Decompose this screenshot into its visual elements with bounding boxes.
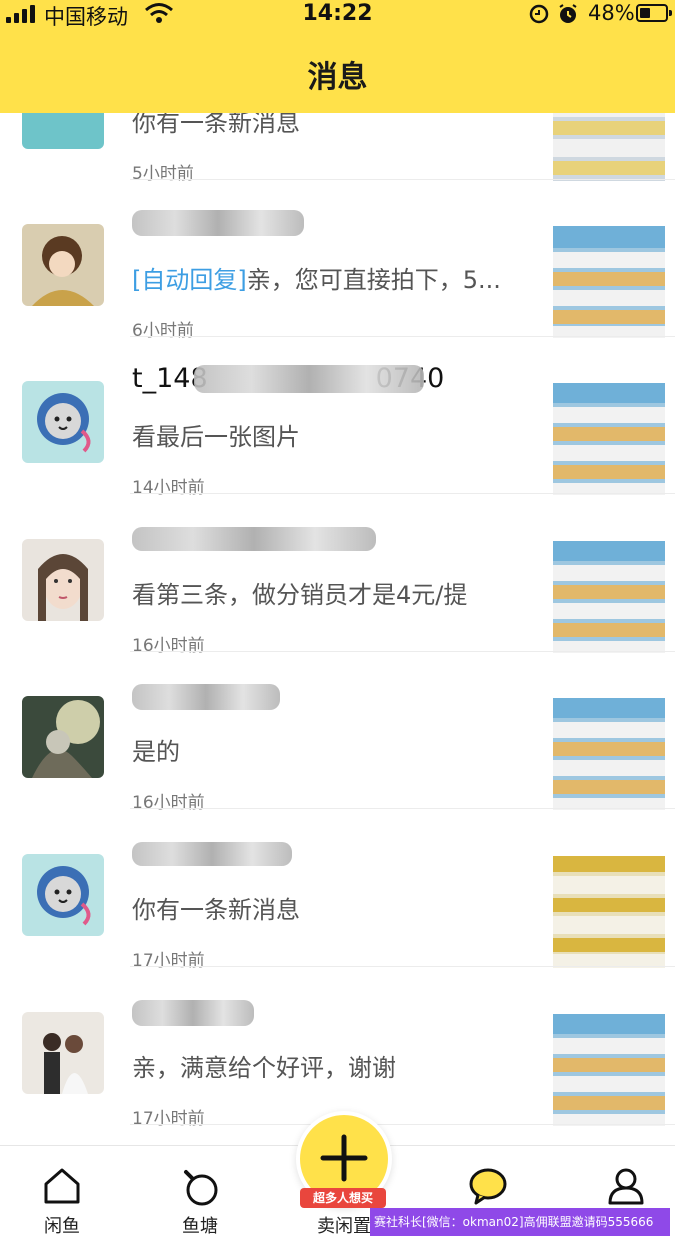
product-thumbnail — [553, 541, 665, 653]
message-time: 17小时前 — [132, 1109, 205, 1129]
status-icons — [528, 3, 584, 25]
avatar — [22, 224, 104, 306]
avatar — [22, 1012, 104, 1094]
message-preview: 你有一条新消息 — [132, 896, 300, 924]
home-icon — [42, 1166, 82, 1206]
message-preview: 亲，满意给个好评，谢谢 — [132, 1054, 396, 1082]
conversation-row[interactable]: 看第三条，做分销员才是4元/提 16小时前 — [0, 495, 675, 656]
battery-percentage: 48% — [588, 1, 635, 25]
conversation-row[interactable]: 是的 16小时前 — [0, 652, 675, 813]
avatar — [22, 539, 104, 621]
publish-badge: 超多人想买 — [300, 1188, 386, 1208]
tab-home[interactable]: 闲鱼 — [0, 1146, 120, 1242]
contact-name: t_1480740 — [132, 363, 444, 394]
header: 中国移动 14:22 48% 消息 — [0, 0, 675, 113]
conversation-row[interactable]: 亲，满意给个好评，谢谢 17小时前 — [0, 968, 675, 1129]
conversation-row[interactable]: [自动回复]亲，您可直接拍下，5... 6小时前 — [0, 180, 675, 341]
tab-label: 鱼塘 — [182, 1216, 218, 1237]
message-preview: [自动回复]亲，您可直接拍下，5... — [132, 266, 501, 294]
product-thumbnail — [553, 383, 665, 495]
conversation-row[interactable]: 你有一条新消息 17小时前 — [0, 810, 675, 971]
row-divider — [130, 1124, 675, 1125]
tab-pond[interactable]: 鱼塘 — [138, 1146, 258, 1242]
conversation-row[interactable]: t_1480740 看最后一张图片 14小时前 — [0, 337, 675, 498]
message-preview: 看第三条，做分销员才是4元/提 — [132, 581, 468, 609]
message-preview: 看最后一张图片 — [132, 423, 300, 451]
product-thumbnail — [553, 856, 665, 968]
product-thumbnail — [553, 1014, 665, 1126]
chat-bubble-icon — [468, 1166, 508, 1206]
auto-reply-tag: [自动回复] — [132, 266, 247, 294]
message-preview: 是的 — [132, 738, 180, 766]
avatar — [22, 854, 104, 936]
tab-label: 闲鱼 — [44, 1216, 80, 1237]
row-divider — [130, 966, 675, 967]
avatar — [22, 696, 104, 778]
row-divider — [130, 493, 675, 494]
battery-icon — [636, 4, 672, 22]
watermark-banner: 赛社科长[微信：okman02]高佣联盟邀请码555666 — [370, 1208, 670, 1236]
user-icon — [606, 1166, 646, 1206]
product-thumbnail — [553, 226, 665, 338]
status-bar: 中国移动 14:22 48% — [0, 0, 675, 30]
row-divider — [130, 808, 675, 809]
pond-icon — [180, 1166, 220, 1206]
page-title: 消息 — [307, 60, 368, 95]
product-thumbnail — [553, 698, 665, 810]
conversation-list[interactable]: 你有一条新消息 5小时前 [自动回复]亲，您可直接拍下，5... 6小时前 t_… — [0, 0, 675, 1145]
avatar — [22, 381, 104, 463]
